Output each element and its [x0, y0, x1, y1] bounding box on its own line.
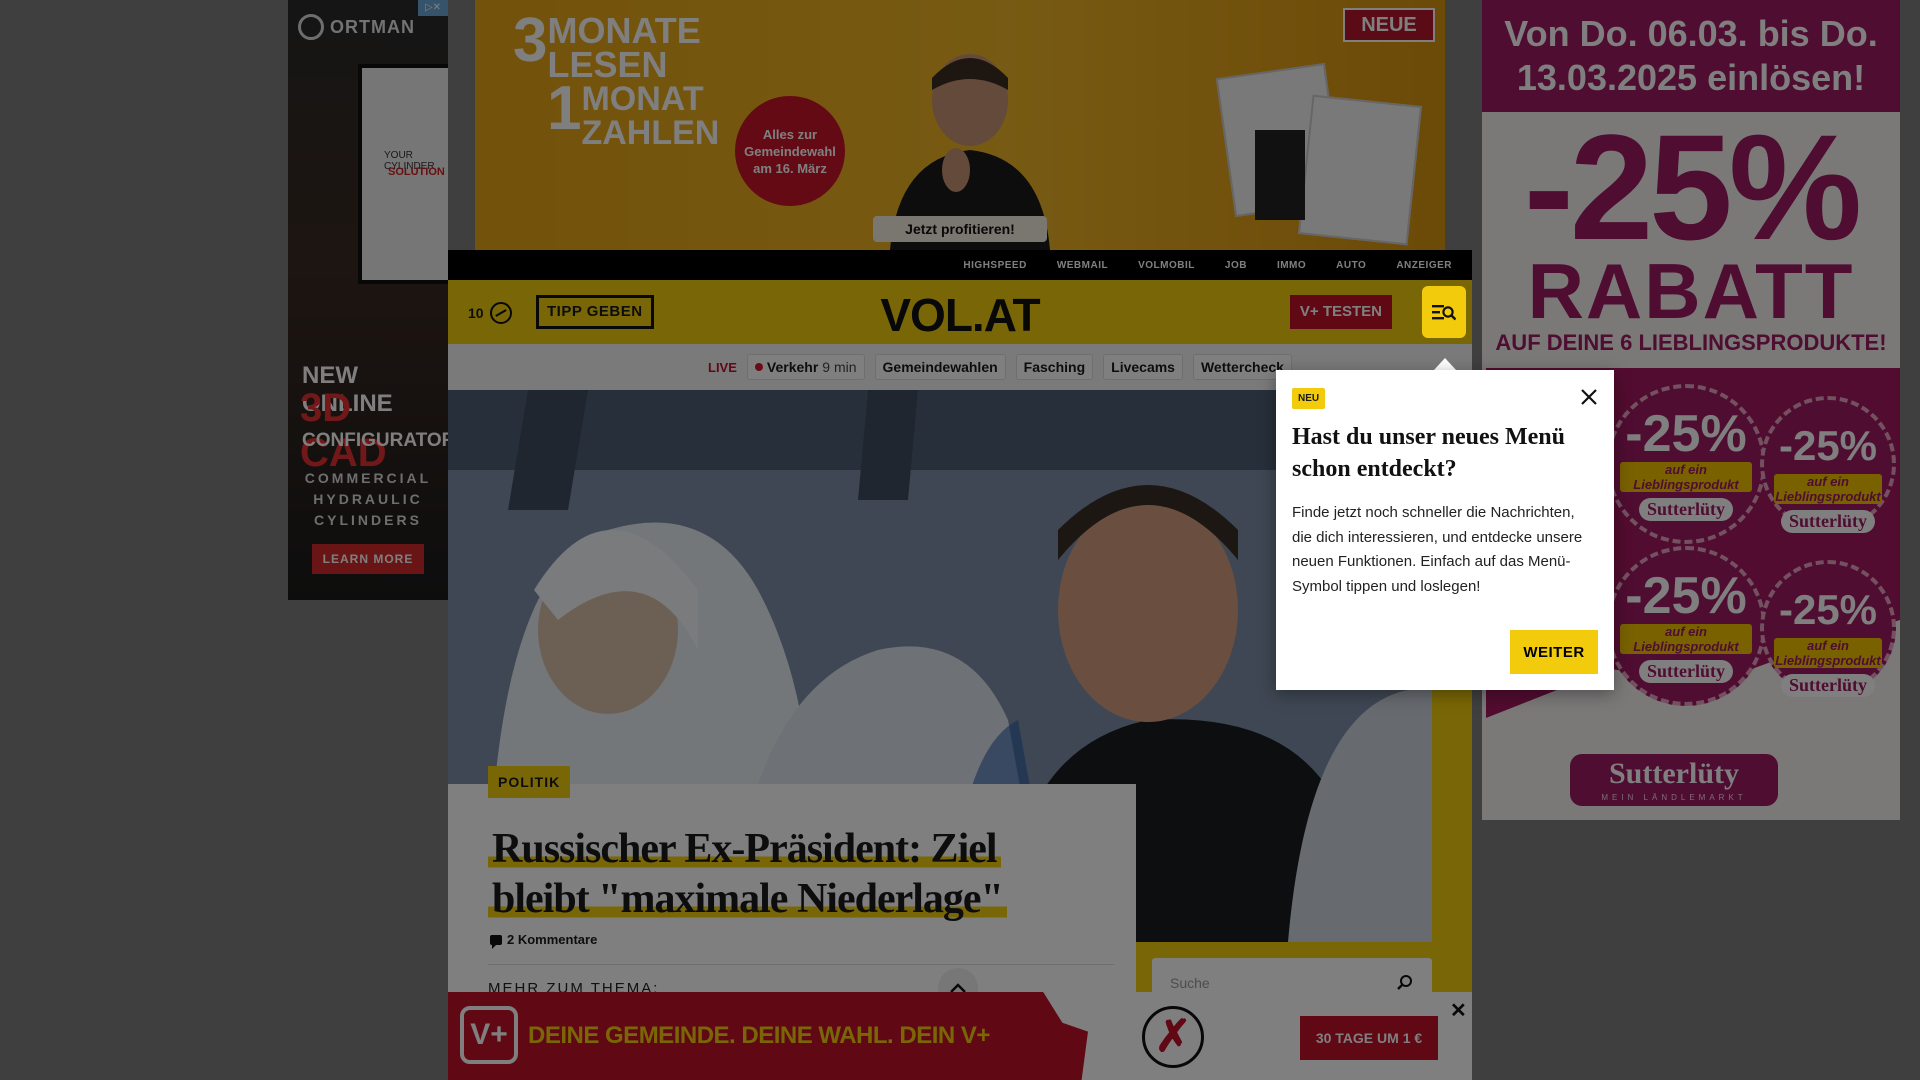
- menu-button-highlight[interactable]: [1422, 286, 1466, 338]
- popup-title: Hast du unser neues Menü schon entdeckt?: [1292, 424, 1565, 482]
- article-headline[interactable]: Russischer Ex-Präsident: Ziel bleibt "max…: [488, 824, 1108, 924]
- chip-label: Verkehr: [766, 359, 819, 375]
- ortman-subline: COMMERCIAL HYDRAULIC CYLINDERS: [304, 470, 432, 528]
- vplus-banner-text: DEINE GEMEINDE. DEINE WAHL. DEIN V+: [528, 1022, 990, 1049]
- vplus-icon: V+: [460, 1006, 518, 1064]
- menu-search-icon: [1432, 305, 1456, 321]
- ortman-ad[interactable]: ▷✕ ORTMAN YOUR CYLINDER SOLUTION NEW ONL…: [288, 0, 448, 600]
- comments-link[interactable]: 2 Kommentare: [490, 932, 598, 949]
- topnav-link[interactable]: WEBMAIL: [1057, 260, 1108, 271]
- topnav-link[interactable]: ANZEIGER: [1396, 260, 1452, 271]
- sutterluety-dates: Von Do. 06.03. bis Do. 13.03.2025 einlös…: [1482, 0, 1900, 112]
- weather-temperature: 10: [468, 305, 484, 321]
- sutterluety-sticker: -25% auf ein Lieblingsprodukt Sutterlüty: [1760, 396, 1896, 533]
- sutterluety-rabatt: RABATT: [1527, 247, 1855, 335]
- top-links-bar: HIGHSPEED WEBMAIL VOLMOBIL JOB IMMO AUTO…: [448, 250, 1472, 280]
- search-icon[interactable]: [1396, 974, 1414, 992]
- tipp-geben-button[interactable]: TIPP GEBEN: [536, 295, 654, 329]
- sutterluety-percent: -25%: [1523, 103, 1862, 271]
- new-menu-popup: NEU Hast du unser neues Menü schon entde…: [1276, 370, 1614, 690]
- vplus-banner-cta[interactable]: 30 TAGE UM 1 €: [1300, 1016, 1438, 1060]
- weiter-button[interactable]: WEITER: [1510, 630, 1598, 674]
- sutterluety-logo: Sutterlüty MEIN LÄNDLEMARKT: [1570, 754, 1778, 806]
- chip-fasching[interactable]: Fasching: [1015, 354, 1094, 380]
- sutterluety-sticker: -25% auf ein Lieblingsprodukt Sutterlüty: [1760, 560, 1896, 697]
- chip-livecams[interactable]: Livecams: [1103, 354, 1183, 380]
- close-icon[interactable]: [1578, 386, 1600, 408]
- new-badge: NEU: [1292, 388, 1326, 409]
- weather-widget[interactable]: 10: [468, 302, 512, 324]
- neue-newspaper-image: [1297, 94, 1423, 246]
- live-label[interactable]: LIVE: [708, 360, 737, 375]
- ballot-icon: ✗: [1142, 1006, 1204, 1068]
- ortman-screen-line2: SOLUTION: [388, 166, 445, 178]
- neue-phone-image: [1255, 130, 1305, 220]
- adchoices-icon[interactable]: ▷✕: [418, 0, 448, 16]
- ortman-logo-icon: [298, 14, 324, 40]
- sutterluety-sticker: -25% auf ein Lieblingsprodukt Sutterlüty: [1606, 384, 1766, 544]
- divider: [488, 964, 1114, 965]
- live-dot-icon: [754, 363, 763, 371]
- topnav-link[interactable]: IMMO: [1277, 260, 1306, 271]
- chip-verkehr[interactable]: Verkehr 9 min: [746, 354, 865, 380]
- ortman-logo: ORTMAN: [298, 14, 415, 40]
- topnav-link[interactable]: AUTO: [1336, 260, 1366, 271]
- ortman-headline-3: CONFIGURATOR: [302, 430, 448, 451]
- neue-ad[interactable]: 3MONATE LESEN 1MONAT ZAHLEN Alles zur Ge…: [475, 0, 1445, 250]
- comments-count: 2 Kommentare: [507, 932, 598, 947]
- neue-cta-button[interactable]: Jetzt profitieren!: [873, 216, 1047, 242]
- chip-traffic-time: 9 min: [822, 359, 857, 375]
- site-header: 10 TIPP GEBEN VOL.AT V+ TESTEN: [448, 280, 1472, 344]
- vplus-bottom-banner[interactable]: V+ DEINE GEMEINDE. DEINE WAHL. DEIN V+ ✗…: [448, 992, 1472, 1080]
- comment-icon: [490, 934, 502, 949]
- category-badge[interactable]: POLITIK: [488, 766, 571, 798]
- neue-headline-2: 1MONAT ZAHLEN: [547, 74, 720, 152]
- weather-icon: [489, 302, 512, 324]
- popup-body: Finde jetzt noch schneller die Nachricht…: [1292, 504, 1583, 595]
- popup-arrow: [1434, 358, 1456, 370]
- sutterluety-subline: AUF DEINE 6 LIEBLINGSPRODUKTE!: [1495, 330, 1887, 355]
- neue-headline-1: 3MONATE LESEN: [513, 6, 701, 85]
- search-placeholder: Suche: [1170, 975, 1210, 991]
- topnav-link[interactable]: JOB: [1225, 260, 1247, 271]
- vplus-testen-button[interactable]: V+ TESTEN: [1289, 295, 1392, 329]
- vplus-banner-close-icon[interactable]: ✕: [1450, 998, 1467, 1023]
- topnav-link[interactable]: VOLMOBIL: [1138, 260, 1195, 271]
- neue-badge: Alles zur Gemeindewahl am 16. März: [735, 96, 845, 206]
- neue-logo: NEUE: [1343, 8, 1435, 42]
- sutterluety-sticker: -25% auf ein Lieblingsprodukt Sutterlüty: [1606, 546, 1766, 706]
- topnav-link[interactable]: HIGHSPEED: [963, 260, 1026, 271]
- ortman-learn-more-button[interactable]: LEARN MORE: [312, 544, 424, 574]
- chip-gemeindewahlen[interactable]: Gemeindewahlen: [874, 354, 1006, 380]
- ortman-brand-text: ORTMAN: [330, 16, 415, 37]
